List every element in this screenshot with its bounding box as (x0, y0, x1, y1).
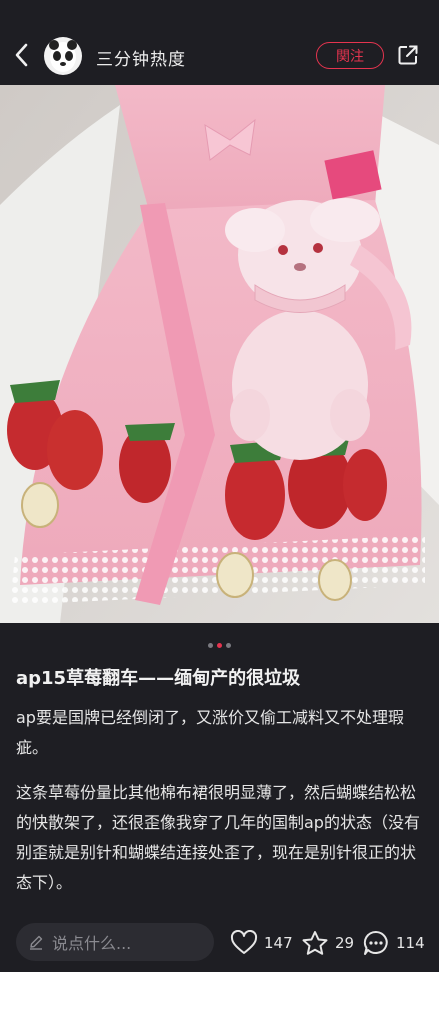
top-bar: 三分钟热度 関注 (0, 0, 439, 85)
comment-count: 114 (396, 934, 425, 952)
author-avatar[interactable] (44, 37, 82, 75)
chevron-left-icon (15, 43, 28, 67)
follow-button[interactable]: 関注 (316, 42, 384, 69)
like-count: 147 (264, 934, 293, 952)
like-button[interactable]: 147 (230, 930, 293, 956)
comment-icon (363, 930, 388, 955)
gallery-indicator (208, 643, 231, 648)
gallery-dot[interactable] (208, 643, 213, 648)
share-button[interactable] (397, 44, 419, 66)
star-icon (302, 931, 328, 955)
gallery-dot[interactable] (226, 643, 231, 648)
pencil-icon (30, 935, 43, 950)
heart-icon (230, 930, 258, 954)
post-paragraph: ap要是国牌已经倒闭了，又涨价又偷工减料又不处理瑕疵。 (16, 708, 404, 757)
back-button[interactable] (10, 40, 34, 70)
bottom-action-bar: 说点什么... 147 29 114 (0, 912, 439, 972)
post-title: ap15草莓翻车——缅甸产的很垃圾 (16, 668, 301, 689)
post-body: ap要是国牌已经倒闭了，又涨价又偷工减料又不处理瑕疵。 这条草莓份量比其他棉布裙… (16, 703, 426, 913)
collect-count: 29 (335, 934, 355, 952)
author-name[interactable]: 三分钟热度 (96, 45, 186, 70)
post-photo[interactable] (0, 85, 439, 623)
comment-placeholder: 说点什么... (52, 934, 132, 953)
gallery-dot-active[interactable] (217, 643, 222, 648)
post-paragraph: 这条草莓份量比其他棉布裙很明显薄了，然后蝴蝶结松松的快散架了，还很歪像我穿了几年… (16, 783, 420, 892)
collect-button[interactable]: 29 (301, 930, 354, 956)
comment-button[interactable]: 114 (362, 930, 425, 956)
app-screen: 三分钟热度 関注 ap15草莓翻车——缅甸产的很垃圾 ap要是国牌已经倒闭了，又… (0, 0, 439, 972)
comment-input[interactable]: 说点什么... (16, 923, 214, 961)
share-icon (398, 45, 418, 65)
